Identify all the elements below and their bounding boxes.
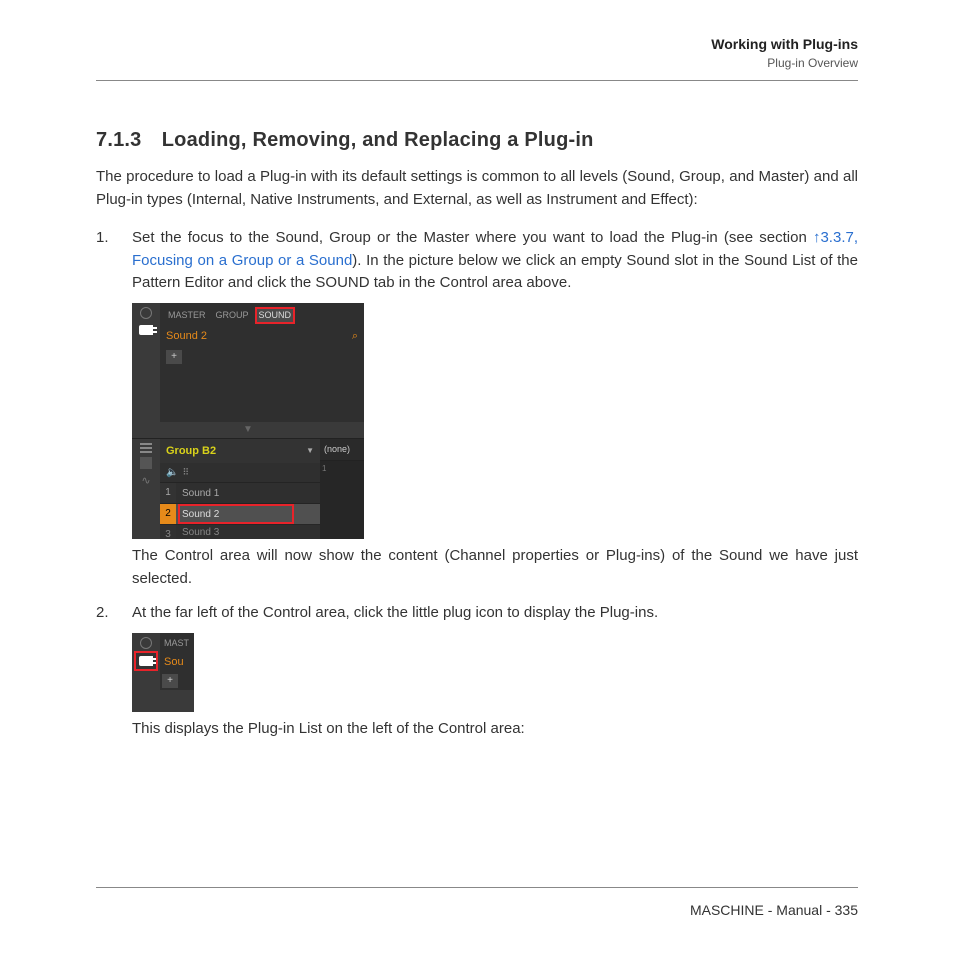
step-1: Set the focus to the Sound, Group or the…	[96, 227, 858, 590]
pattern-none-label: (none)	[320, 439, 364, 462]
step-2-caption: This displays the Plug-in List on the le…	[132, 718, 858, 741]
pad-icon[interactable]	[140, 457, 152, 469]
section-number: 7.1.3	[96, 129, 156, 152]
section-heading: 7.1.3 Loading, Removing, and Replacing a…	[96, 129, 858, 152]
page-footer: MASCHINE - Manual - 335	[96, 887, 858, 918]
section-title: Loading, Removing, and Replacing a Plug-…	[162, 129, 594, 151]
tab-group[interactable]: GROUP	[212, 307, 253, 325]
row-num: 2	[160, 504, 176, 524]
header-subtitle: Plug-in Overview	[96, 56, 858, 70]
list-icon[interactable]	[140, 443, 152, 453]
sound-row-2[interactable]: 2 Sound 2	[160, 503, 320, 524]
add-plugin-button[interactable]: +	[166, 350, 182, 364]
screenshot-plug-icon: MAST Sou +	[132, 633, 194, 712]
row-name: Sound 3	[182, 525, 219, 540]
grid-icon[interactable]: ⠿	[182, 466, 188, 480]
sound-name-fragment: Sou	[162, 652, 192, 673]
channel-icon	[140, 307, 152, 319]
chevron-down-icon[interactable]: ▼	[243, 422, 253, 437]
tab-sound[interactable]: SOUND	[255, 307, 296, 325]
step-2: At the far left of the Control area, cli…	[96, 602, 858, 740]
row-num: 3	[160, 525, 176, 539]
row-num: 1	[160, 483, 176, 503]
steps-list: Set the focus to the Sound, Group or the…	[96, 227, 858, 740]
tab-master[interactable]: MASTER	[164, 307, 210, 325]
sound-name: Sound 2	[166, 328, 207, 345]
step-1-caption: The Control area will now show the conte…	[132, 545, 858, 590]
search-icon[interactable]: ⌕	[352, 328, 358, 345]
step-2-text: At the far left of the Control area, cli…	[132, 604, 658, 621]
row-name: Sound 1	[182, 486, 219, 501]
tab-master-fragment: MAST	[162, 635, 192, 653]
speaker-icon[interactable]: 🔈	[166, 465, 178, 480]
sound-row-1[interactable]: 1 Sound 1	[160, 482, 320, 503]
chevron-down-icon[interactable]: ▼	[306, 445, 314, 457]
group-name[interactable]: Group B2	[166, 443, 216, 460]
screenshot-control-area: MASTER GROUP SOUND Sound 2 ⌕ +	[132, 303, 364, 540]
wave-icon[interactable]: ∿	[141, 473, 150, 490]
plug-icon	[139, 325, 153, 335]
step-1-pre: Set the focus to the Sound, Group or the…	[132, 229, 813, 246]
row-name: Sound 2	[182, 507, 219, 522]
plug-icon-button[interactable]	[136, 653, 156, 669]
channel-icon	[140, 637, 152, 649]
header-title: Working with Plug-ins	[96, 36, 858, 52]
add-plugin-button[interactable]: +	[162, 674, 178, 688]
page-header: Working with Plug-ins Plug-in Overview	[96, 36, 858, 81]
intro-paragraph: The procedure to load a Plug-in with its…	[96, 166, 858, 211]
pattern-index: 1	[320, 461, 364, 477]
sound-row-3[interactable]: 3 Sound 3	[160, 524, 320, 539]
